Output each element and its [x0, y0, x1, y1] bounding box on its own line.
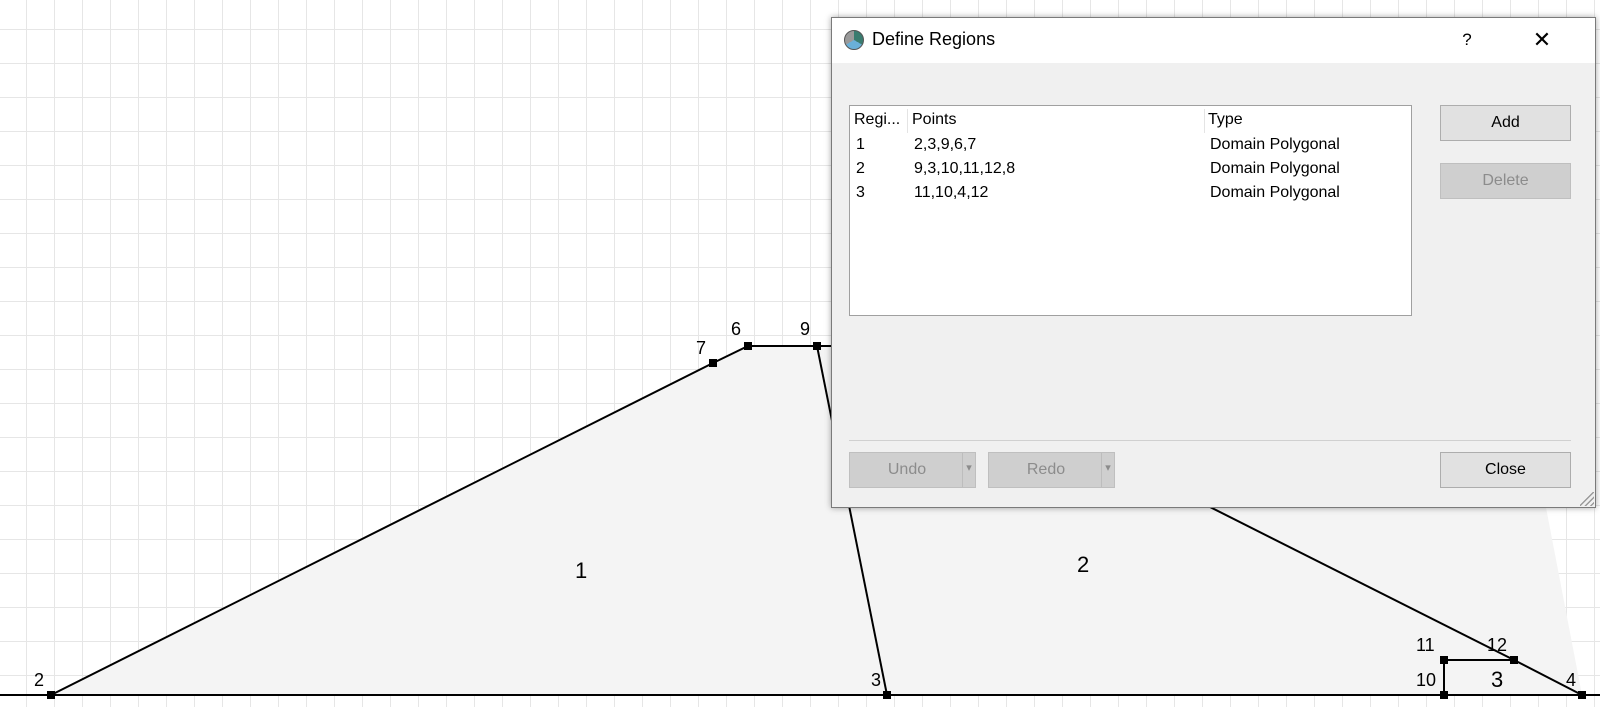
vertex-2[interactable]	[47, 691, 55, 699]
point-label-7: 7	[696, 338, 706, 358]
redo-dropdown-arrow-icon[interactable]: ▾	[1101, 453, 1114, 487]
dialog-titlebar[interactable]: Define Regions ? ✕	[832, 18, 1595, 63]
close-icon[interactable]: ✕	[1517, 26, 1567, 54]
help-button[interactable]: ?	[1447, 26, 1487, 54]
redo-button[interactable]: Redo ▾	[988, 452, 1115, 488]
point-label-10: 10	[1416, 670, 1436, 690]
table-row-3-type[interactable]: Domain Polygonal	[1210, 184, 1340, 202]
regions-table[interactable]: Regi... Points Type 1 2,3,9,6,7 Domain P…	[849, 105, 1412, 316]
point-label-6: 6	[731, 319, 741, 339]
app-logo-icon	[844, 30, 864, 50]
close-button[interactable]: Close	[1440, 452, 1571, 488]
point-label-12: 12	[1487, 635, 1507, 655]
table-row-2-region[interactable]: 2	[856, 160, 865, 178]
undo-dropdown-arrow-icon[interactable]: ▾	[962, 453, 975, 487]
resize-grip-icon[interactable]	[1580, 492, 1594, 506]
vertex-3[interactable]	[883, 691, 891, 699]
column-header-points[interactable]: Points	[912, 111, 956, 129]
redo-label[interactable]: Redo	[989, 453, 1103, 487]
vertex-11[interactable]	[1440, 656, 1448, 664]
add-button[interactable]: Add	[1440, 105, 1571, 141]
divider	[849, 440, 1571, 441]
vertex-7[interactable]	[709, 359, 717, 367]
point-label-2: 2	[34, 670, 44, 690]
column-divider[interactable]	[907, 109, 908, 133]
table-row-1-type[interactable]: Domain Polygonal	[1210, 136, 1340, 154]
vertex-6[interactable]	[744, 342, 752, 350]
point-label-4: 4	[1566, 670, 1576, 690]
table-row-3-points[interactable]: 11,10,4,12	[914, 184, 988, 202]
point-label-3: 3	[871, 670, 881, 690]
table-row-2-type[interactable]: Domain Polygonal	[1210, 160, 1340, 178]
column-header-region[interactable]: Regi...	[854, 111, 900, 129]
table-row-2-points[interactable]: 9,3,10,11,12,8	[914, 160, 1015, 178]
vertex-9[interactable]	[813, 342, 821, 350]
table-row-1-points[interactable]: 2,3,9,6,7	[914, 136, 976, 154]
point-label-9: 9	[800, 319, 810, 339]
region-label-3: 3	[1491, 667, 1503, 692]
define-regions-dialog: Define Regions ? ✕ Regi... Points Type 1…	[831, 17, 1596, 508]
vertex-12[interactable]	[1510, 656, 1518, 664]
dialog-title: Define Regions	[872, 29, 996, 49]
vertex-4[interactable]	[1578, 691, 1586, 699]
point-label-11: 11	[1416, 635, 1435, 655]
undo-button[interactable]: Undo ▾	[849, 452, 976, 488]
table-row-3-region[interactable]: 3	[856, 184, 865, 202]
region-label-1: 1	[575, 558, 587, 583]
undo-label[interactable]: Undo	[850, 453, 964, 487]
column-divider[interactable]	[1204, 109, 1205, 133]
vertex-10[interactable]	[1440, 691, 1448, 699]
region-label-2: 2	[1077, 552, 1089, 577]
table-row-1-region[interactable]: 1	[856, 136, 865, 154]
delete-button[interactable]: Delete	[1440, 163, 1571, 199]
column-header-type[interactable]: Type	[1208, 111, 1243, 129]
